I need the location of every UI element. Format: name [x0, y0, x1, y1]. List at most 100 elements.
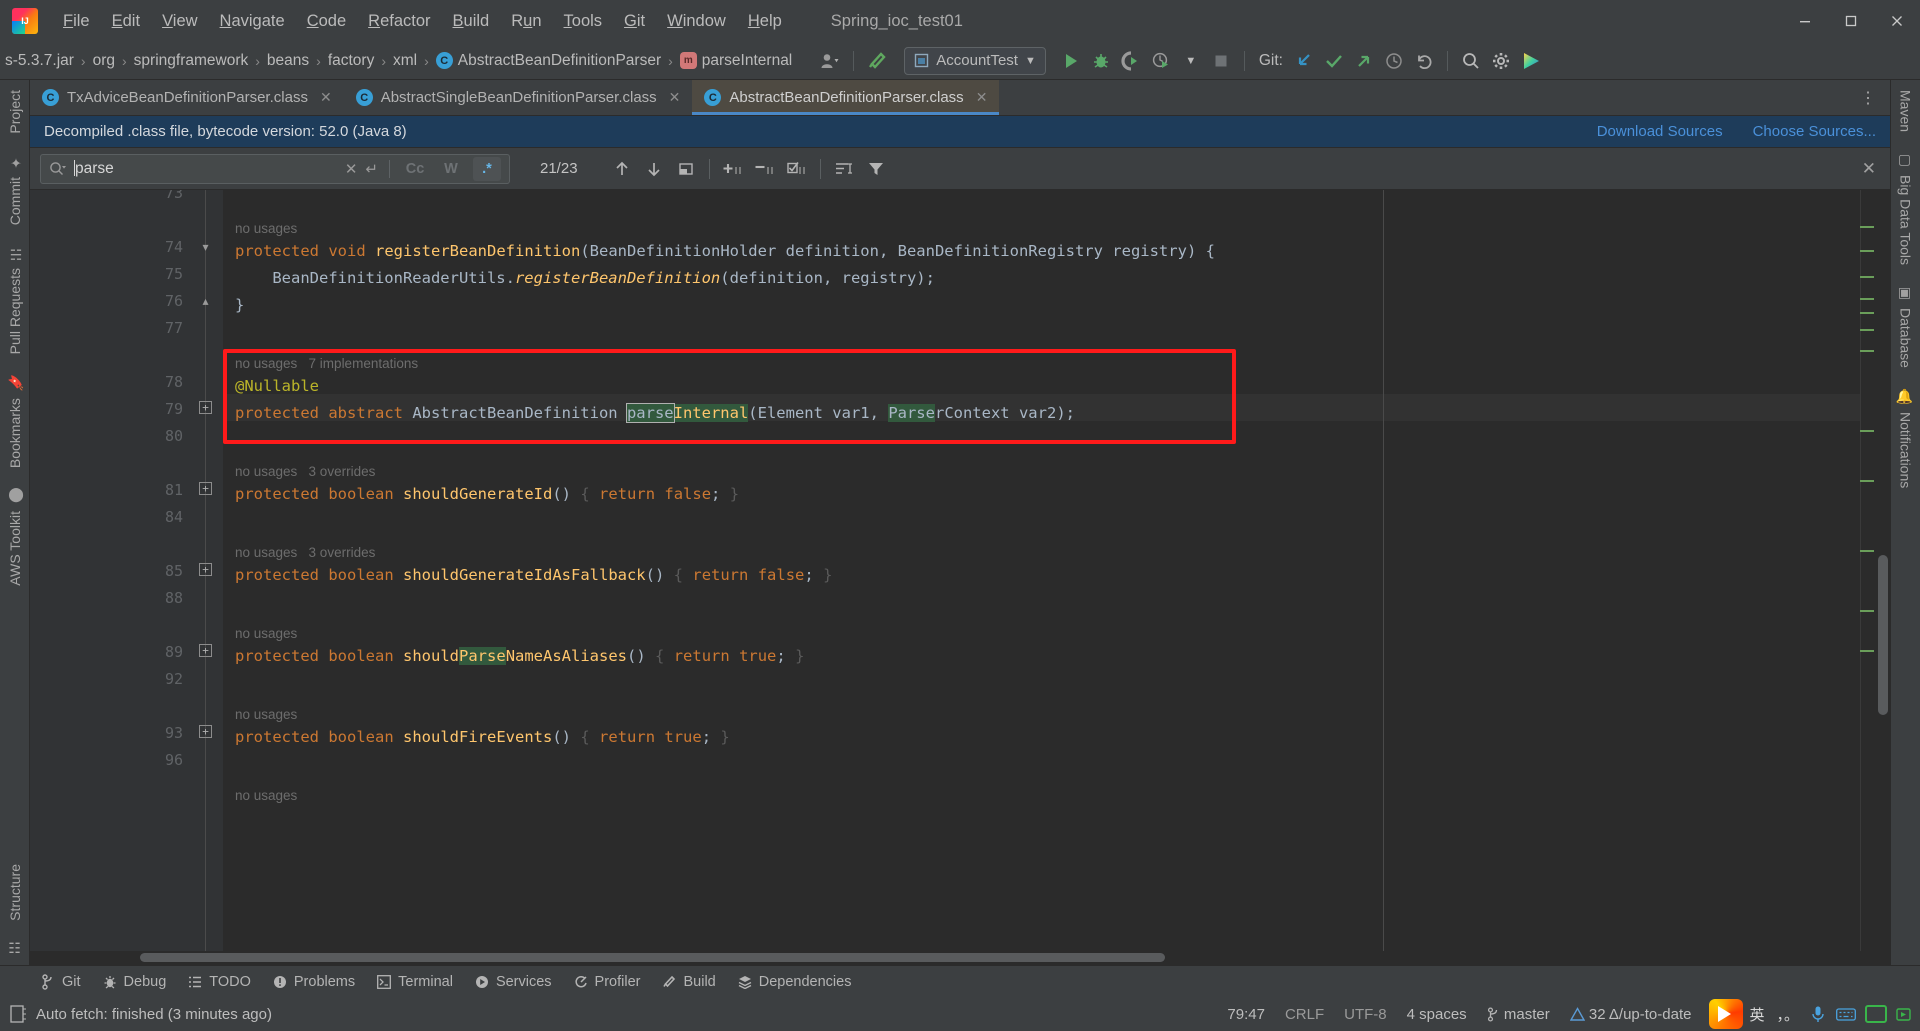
bottom-tab-terminal[interactable]: Terminal — [366, 971, 464, 993]
ime-menu-icon[interactable] — [1891, 1007, 1916, 1022]
close-icon[interactable]: ✕ — [976, 89, 988, 106]
keyboard-icon[interactable] — [1831, 1007, 1861, 1022]
code-folding-gutter[interactable]: ▾ ▴ + + + + + — [193, 190, 223, 951]
editor-tab-abstractsinglebeandefinitionparser[interactable]: C AbstractSingleBeanDefinitionParser.cla… — [344, 80, 693, 115]
menu-run[interactable]: Run — [500, 8, 552, 35]
menu-help[interactable]: Help — [737, 8, 793, 35]
breadcrumb-item-method[interactable]: m parseInternal — [675, 50, 797, 72]
search-history-icon[interactable]: ↵ — [365, 160, 378, 178]
menu-file[interactable]: File — [52, 8, 101, 35]
remove-line-icon[interactable] — [749, 155, 781, 183]
menu-view[interactable]: View — [151, 8, 208, 35]
search-everywhere-icon[interactable] — [1456, 47, 1486, 75]
search-input[interactable]: parse — [74, 159, 337, 178]
status-message[interactable]: Auto fetch: finished (3 minutes ago) — [36, 1006, 272, 1023]
menu-navigate[interactable]: Navigate — [209, 8, 296, 35]
minimize-button[interactable] — [1782, 0, 1828, 42]
bottom-tab-git[interactable]: Git — [30, 971, 92, 993]
breadcrumb-item-org[interactable]: org — [88, 50, 120, 72]
download-sources-link[interactable]: Download Sources — [1597, 123, 1723, 140]
run-coverage-icon[interactable] — [1146, 47, 1176, 75]
git-branch-widget[interactable]: master — [1477, 1003, 1560, 1026]
sidebar-item-structure[interactable]: Structure — [3, 854, 27, 931]
fold-expand-icon[interactable]: + — [199, 563, 212, 576]
prev-match-icon[interactable] — [606, 155, 638, 183]
bottom-tab-dependencies[interactable]: Dependencies — [727, 971, 863, 993]
select-all-occurrences-icon[interactable] — [670, 155, 702, 183]
ime-punctuation-indicator[interactable]: ，。 — [1770, 1001, 1805, 1028]
toolbox-icon[interactable] — [1865, 1005, 1887, 1023]
sidebar-item-aws-toolkit[interactable]: AWS Toolkit ⬤ — [3, 478, 27, 596]
code-editor[interactable]: 73 74 75 76 77 78 79 80 81 84 85 88 89 9… — [30, 190, 1890, 951]
sidebar-item-pull-requests[interactable]: Pull Requests ☵ — [3, 235, 27, 364]
choose-sources-link[interactable]: Choose Sources... — [1753, 123, 1876, 140]
check-lines-icon[interactable] — [781, 155, 813, 183]
menu-build[interactable]: Build — [442, 8, 501, 35]
user-profile-icon[interactable] — [815, 47, 845, 75]
sidebar-item-project[interactable]: Project — [3, 80, 27, 144]
breadcrumb-item-xml[interactable]: xml — [388, 50, 422, 72]
ide-assistant-icon[interactable] — [1516, 47, 1546, 75]
fold-expand-icon[interactable]: + — [199, 725, 212, 738]
menu-tools[interactable]: Tools — [553, 8, 614, 35]
stop-icon[interactable] — [1206, 47, 1236, 75]
editor-left-gutter[interactable] — [30, 190, 135, 951]
editor-tab-txadvicebeandefinitionparser[interactable]: C TxAdviceBeanDefinitionParser.class ✕ — [30, 80, 344, 115]
bottom-tab-services[interactable]: Services — [464, 971, 563, 993]
inlay-hint[interactable]: no usages — [235, 782, 297, 809]
bottom-tab-problems[interactable]: Problems — [262, 971, 366, 993]
editor-tabs-overflow-menu[interactable]: ⋮ — [1846, 80, 1890, 115]
editor-text-area[interactable]: no usages protected void registerBeanDef… — [223, 190, 1860, 951]
fold-expand-icon[interactable]: + — [199, 401, 212, 414]
close-button[interactable] — [1874, 0, 1920, 42]
bottom-tab-profiler[interactable]: Profiler — [563, 971, 652, 993]
microphone-icon[interactable] — [1805, 1005, 1831, 1023]
sidebar-item-maven[interactable]: Maven — [1894, 80, 1918, 142]
debug-icon[interactable] — [1086, 47, 1116, 75]
close-icon[interactable]: ✕ — [320, 89, 332, 106]
run-configuration-selector[interactable]: AccountTest ▼ — [904, 46, 1046, 75]
sidebar-item-bookmarks[interactable]: Bookmarks 🔖 — [3, 364, 27, 478]
maximize-button[interactable] — [1828, 0, 1874, 42]
scrollbar-thumb[interactable] — [1878, 555, 1888, 715]
caret-position[interactable]: 79:47 — [1217, 1003, 1275, 1026]
line-separator[interactable]: CRLF — [1275, 1003, 1334, 1026]
git-rollback-icon[interactable] — [1409, 47, 1439, 75]
run-icon[interactable] — [1056, 47, 1086, 75]
run-with-profiler-icon[interactable] — [1116, 47, 1146, 75]
git-update-icon[interactable] — [1289, 47, 1319, 75]
vcs-status-widget[interactable]: 32 Δ/up-to-date — [1560, 1003, 1702, 1026]
ime-mode-indicator[interactable]: 英 — [1743, 1001, 1770, 1028]
sidebar-item-commit[interactable]: Commit ✦ — [3, 144, 27, 235]
indent-setting[interactable]: 4 spaces — [1397, 1003, 1477, 1026]
regex-toggle[interactable]: .* — [473, 156, 501, 181]
editor-tab-abstractbeandefinitionparser[interactable]: C AbstractBeanDefinitionParser.class ✕ — [692, 80, 1000, 115]
close-find-icon[interactable]: ✕ — [1862, 159, 1880, 179]
sidebar-item-notifications[interactable]: 🔔 Notifications — [1894, 378, 1918, 498]
breadcrumb-item-springframework[interactable]: springframework — [129, 50, 254, 72]
menu-code[interactable]: Code — [296, 8, 357, 35]
menu-window[interactable]: Window — [656, 8, 737, 35]
bottom-tab-debug[interactable]: Debug — [92, 971, 178, 993]
close-icon[interactable]: ✕ — [669, 89, 681, 106]
sogou-ime-logo[interactable] — [1709, 999, 1744, 1029]
add-line-icon[interactable] — [717, 155, 749, 183]
editor-vertical-scrollbar[interactable] — [1874, 190, 1890, 951]
filter-icon[interactable] — [860, 155, 892, 183]
bottom-tab-build[interactable]: Build — [651, 971, 726, 993]
scrollbar-thumb[interactable] — [140, 953, 1165, 962]
build-hammer-icon[interactable] — [862, 47, 892, 75]
error-stripe-marker-bar[interactable] — [1860, 190, 1874, 951]
git-commit-icon[interactable] — [1319, 47, 1349, 75]
whole-words-toggle[interactable]: W — [437, 157, 465, 181]
fold-expand-icon[interactable]: + — [199, 644, 212, 657]
bottom-tab-todo[interactable]: TODO — [177, 971, 262, 993]
fold-region-icon[interactable]: ▾ — [199, 240, 212, 254]
file-encoding[interactable]: UTF-8 — [1334, 1003, 1397, 1026]
menu-git[interactable]: Git — [613, 8, 656, 35]
event-log-icon[interactable] — [10, 1005, 27, 1023]
breadcrumb-item-factory[interactable]: factory — [323, 50, 380, 72]
breadcrumb-item-beans[interactable]: beans — [262, 50, 314, 72]
sort-results-icon[interactable] — [828, 155, 860, 183]
menu-refactor[interactable]: Refactor — [357, 8, 441, 35]
